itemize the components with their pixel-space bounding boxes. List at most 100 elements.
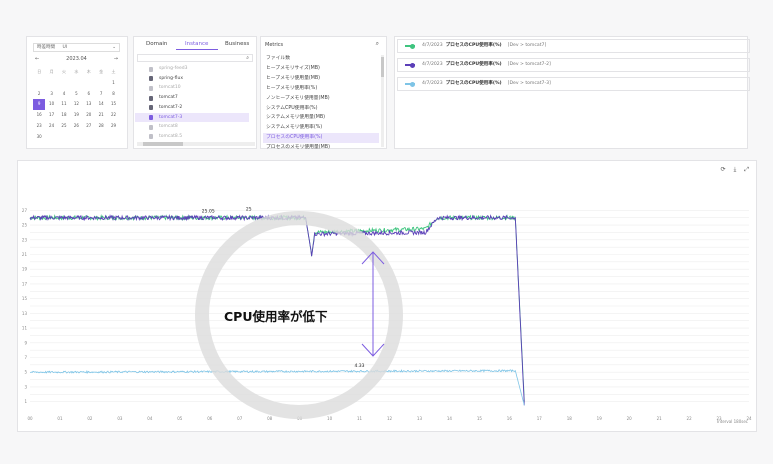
series-instance: [Dev > tomcat7] bbox=[507, 43, 547, 48]
calendar-day[interactable]: 10 bbox=[45, 99, 57, 110]
metric-item[interactable]: ノンヒープメモリ使用量(MB) bbox=[263, 94, 379, 104]
weekday-label: 水 bbox=[74, 69, 79, 74]
y-tick-label: 25 bbox=[22, 223, 28, 228]
weekday-label: 金 bbox=[99, 69, 104, 74]
calendar-day[interactable]: 1 bbox=[107, 78, 119, 89]
weekday-label: 日 bbox=[37, 69, 42, 74]
series-item[interactable]: 4/7/2023 プロセスのCPU使用率(%) [Dev > tomcat7] bbox=[397, 39, 750, 53]
instance-item[interactable]: tomcat7 bbox=[135, 93, 249, 103]
chevron-down-icon: ⌄ bbox=[112, 45, 116, 50]
instance-search-input[interactable]: ⌕ bbox=[137, 54, 253, 62]
tab-domain[interactable]: Domain bbox=[146, 41, 167, 47]
x-tick-label: 07 bbox=[237, 416, 243, 421]
weekday-label: 月 bbox=[49, 69, 54, 74]
calendar-day[interactable]: 7 bbox=[95, 89, 107, 100]
calendar-day[interactable]: 20 bbox=[83, 110, 95, 121]
calendar-day[interactable]: 30 bbox=[33, 132, 45, 143]
calendar-day[interactable]: 29 bbox=[107, 121, 119, 132]
weekday-label: 木 bbox=[86, 69, 91, 74]
calendar-day[interactable]: 2 bbox=[33, 89, 45, 100]
calendar-day[interactable]: 26 bbox=[70, 121, 82, 132]
active-tab-indicator bbox=[176, 49, 218, 50]
instance-item[interactable]: tomcat7-3 bbox=[135, 112, 249, 123]
calendar-day[interactable]: 5 bbox=[70, 89, 82, 100]
series-line bbox=[29, 369, 525, 406]
x-tick-label: 12 bbox=[387, 416, 393, 421]
x-tick-label: 06 bbox=[207, 416, 213, 421]
calendar-day[interactable]: 4 bbox=[58, 89, 70, 100]
instance-item[interactable]: tomcat7-2 bbox=[135, 103, 249, 113]
instance-label: tomcat8.5 bbox=[159, 133, 183, 139]
calendar-day[interactable]: 14 bbox=[95, 99, 107, 110]
metric-item[interactable]: システムメモリ使用率(%) bbox=[263, 123, 379, 133]
annotation-label: CPU使用率が低下 bbox=[224, 309, 328, 324]
instance-item[interactable]: tomcat8 bbox=[135, 122, 249, 132]
calendar-day[interactable]: 8 bbox=[107, 89, 119, 100]
metric-item[interactable]: プロセスのメモリ使用量(MB) bbox=[263, 143, 379, 153]
prev-month-icon[interactable]: ← bbox=[35, 56, 39, 62]
series-name: プロセスのCPU使用率(%) bbox=[445, 81, 502, 86]
search-icon[interactable]: ⌕ bbox=[376, 40, 379, 48]
series-instance: [Dev > tomcat7-2] bbox=[507, 62, 551, 67]
calendar-day[interactable]: 24 bbox=[45, 121, 57, 132]
metric-item[interactable]: ヒープメモリ使用率(%) bbox=[263, 84, 379, 94]
calendar-day[interactable]: 17 bbox=[45, 110, 57, 121]
calendar-day[interactable]: 16 bbox=[33, 110, 45, 121]
series-item[interactable]: 4/7/2023 プロセスのCPU使用率(%) [Dev > tomcat7-2] bbox=[397, 58, 750, 72]
metrics-title: Metrics bbox=[265, 42, 284, 48]
timezone-select[interactable]: 時差時間 UI ⌄ bbox=[33, 43, 120, 52]
series-date: 4/7/2023 bbox=[422, 43, 443, 48]
x-tick-label: 10 bbox=[327, 416, 333, 421]
calendar-day[interactable]: 12 bbox=[70, 99, 82, 110]
instance-item[interactable]: tomcat8.5 bbox=[135, 132, 249, 142]
x-tick-label: 19 bbox=[597, 416, 603, 421]
metric-item[interactable]: システムCPU使用率(%) bbox=[263, 104, 379, 114]
calendar-day[interactable]: 28 bbox=[95, 121, 107, 132]
calendar-day[interactable]: 27 bbox=[83, 121, 95, 132]
database-icon bbox=[149, 124, 153, 130]
series-marker-icon bbox=[410, 62, 415, 68]
calendar-day[interactable]: 21 bbox=[95, 110, 107, 121]
next-month-icon[interactable]: → bbox=[114, 56, 118, 62]
y-tick-label: 3 bbox=[24, 384, 27, 389]
instance-item[interactable]: tomcat10 bbox=[135, 83, 249, 93]
tab-business[interactable]: Business bbox=[225, 41, 249, 47]
database-icon bbox=[149, 66, 153, 72]
x-tick-label: 09 bbox=[297, 416, 303, 421]
metric-item[interactable]: プロセスのCPU使用率(%) bbox=[263, 133, 379, 144]
x-tick-label: 16 bbox=[507, 416, 513, 421]
calendar-day[interactable]: 23 bbox=[33, 121, 45, 132]
calendar-day[interactable]: 3 bbox=[45, 89, 57, 100]
peak-label: 25 bbox=[246, 206, 252, 212]
date-picker-panel: 時差時間 UI ⌄ ← 2023.04 → 日月火水木金土 1 2 3 4 5 6 7 8 9 10… bbox=[26, 36, 128, 149]
tab-instance[interactable]: Instance bbox=[185, 41, 208, 47]
calendar-day[interactable]: 15 bbox=[107, 99, 119, 110]
calendar-blank bbox=[83, 78, 95, 89]
x-tick-label: 18 bbox=[567, 416, 573, 421]
x-tick-label: 05 bbox=[177, 416, 183, 421]
metric-item[interactable]: システムメモリ使用量(MB) bbox=[263, 113, 379, 123]
database-icon bbox=[149, 95, 153, 101]
calendar-day[interactable]: 11 bbox=[58, 99, 70, 110]
chart-panel: ⟳ ⤓ ⤢ 1 3 5 7 9 11 13 15 17 19 21 23 25 27 00 01 02 03 04 0… bbox=[17, 160, 757, 432]
calendar-day[interactable]: 6 bbox=[83, 89, 95, 100]
vertical-scrollbar[interactable] bbox=[381, 55, 384, 147]
calendar-day[interactable]: 22 bbox=[107, 110, 119, 121]
line-chart: 1357911131517192123252700 01 02 03 04 05 06 07 0… bbox=[22, 206, 752, 421]
instance-item[interactable]: spring-flux bbox=[135, 74, 249, 84]
calendar-day[interactable]: 25 bbox=[58, 121, 70, 132]
weekday-label: 土 bbox=[111, 69, 116, 74]
metric-item[interactable]: ヒープメモリサイズ(MB) bbox=[263, 64, 379, 74]
calendar-day[interactable]: 19 bbox=[70, 110, 82, 121]
calendar-day[interactable]: 13 bbox=[83, 99, 95, 110]
metric-item[interactable]: ファイル数 bbox=[263, 54, 379, 64]
metric-item[interactable]: ヒープメモリ使用量(MB) bbox=[263, 74, 379, 84]
interval-label: Interval 180sec bbox=[717, 419, 748, 424]
instance-label: spring-feed3 bbox=[159, 66, 188, 71]
calendar-day[interactable]: 18 bbox=[58, 110, 70, 121]
instance-item[interactable]: spring-feed3 bbox=[135, 64, 249, 74]
horizontal-scrollbar[interactable] bbox=[137, 142, 255, 146]
instance-label: tomcat10 bbox=[159, 85, 181, 91]
series-item[interactable]: 4/7/2023 プロセスのCPU使用率(%) [Dev > tomcat7-3] bbox=[397, 77, 750, 91]
calendar-day[interactable]: 9 bbox=[33, 99, 46, 111]
